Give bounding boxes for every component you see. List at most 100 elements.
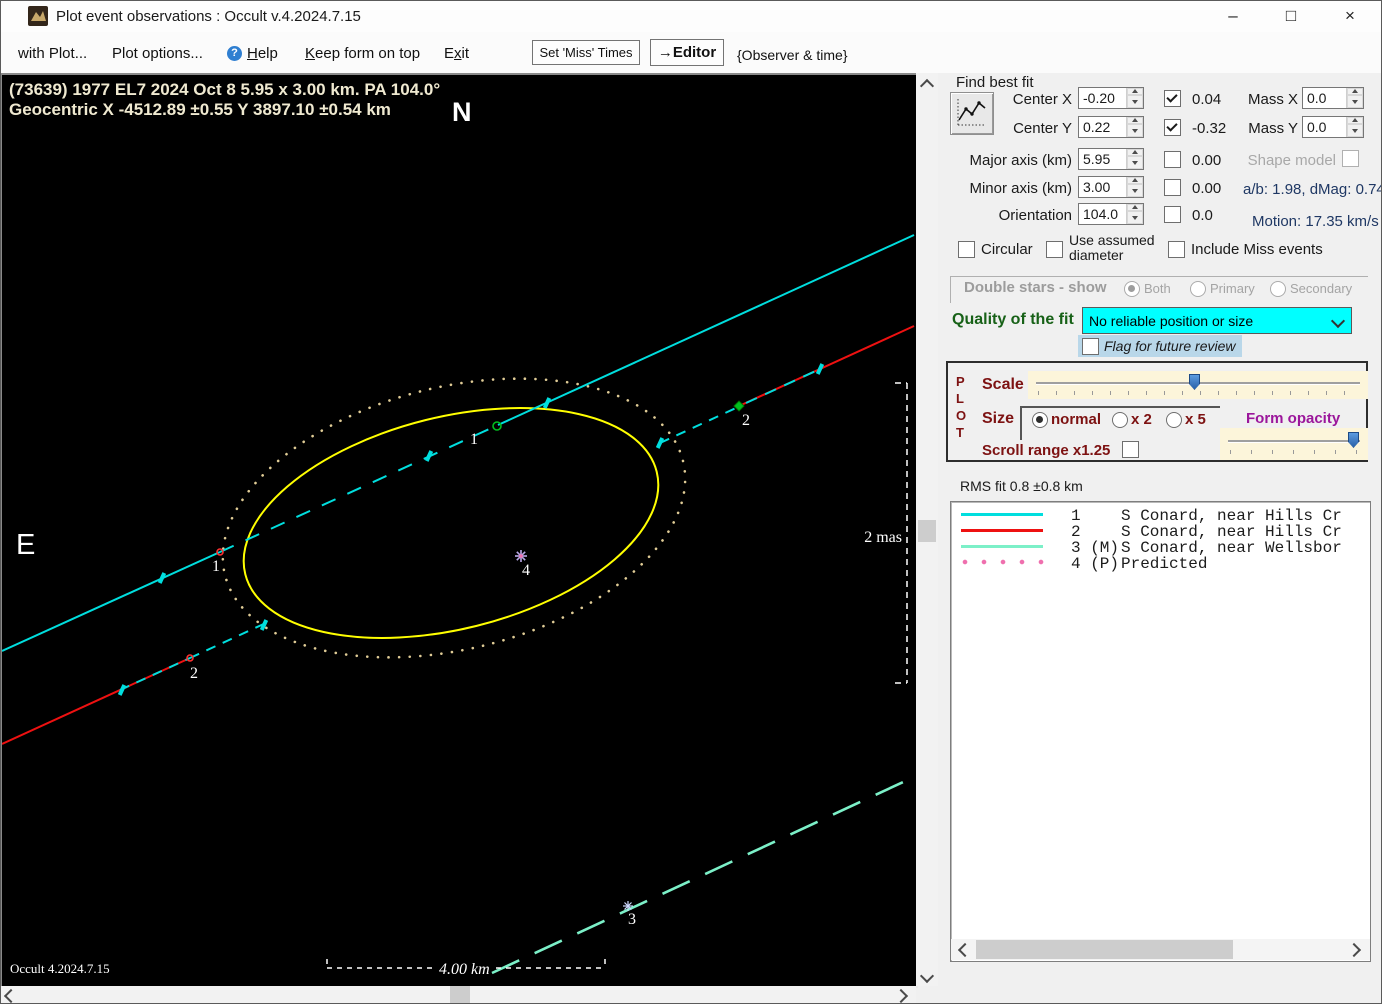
plot-area[interactable]: 1 1 2 2 3 4 (73639) 1977 EL7 2024 Oct 8 … [0,73,918,988]
include-miss-events-checkbox[interactable] [1168,241,1185,258]
flag-review-label: Flag for future review [1104,338,1236,354]
quality-selected-value: No reliable position or size [1089,312,1254,329]
menu-with-plot[interactable]: with Plot... [18,45,87,62]
window-title: Plot event observations : Occult v.4.202… [56,8,361,25]
close-button[interactable]: × [1327,2,1373,30]
orientation-checkbox[interactable] [1164,206,1181,223]
scale-slider-thumb[interactable] [1189,374,1200,390]
double-stars-primary-label: Primary [1210,281,1255,296]
major-axis-value[interactable]: 5.95 [1079,149,1126,169]
use-assumed-diameter-checkbox[interactable] [1046,241,1063,258]
menu-bar: with Plot... Plot options... ? Help Keep… [0,32,1382,74]
observer-time-label: {Observer & time} [737,47,848,63]
horizontal-scroll-thumb[interactable] [450,986,470,1004]
circular-label: Circular [981,241,1033,258]
minor-axis-down[interactable] [1127,184,1143,197]
legend-row-1[interactable]: 1 S Conard, near Hills Cr [951,507,1370,525]
center-x-value[interactable]: -0.20 [1079,88,1126,108]
major-axis-spinner[interactable]: 5.95 [1078,148,1144,170]
chord1-r-marker [492,421,502,431]
menu-help[interactable]: Help [247,45,278,62]
circular-checkbox[interactable] [958,241,975,258]
size-x5-label: x 5 [1185,411,1206,428]
mass-x-spinner[interactable]: 0.0 [1302,87,1364,109]
vertical-scroll-thumb[interactable] [918,520,936,542]
chord-3 [491,775,915,975]
legend-row-3[interactable]: 3 (M) S Conard, near Wellsbor [951,539,1370,557]
form-opacity-thumb[interactable] [1348,432,1359,448]
use-assumed-diameter-label: Use assumed diameter [1069,233,1155,263]
legend-row-2[interactable]: 2 S Conard, near Hills Cr [951,523,1370,541]
orientation-value[interactable]: 104.0 [1079,204,1126,224]
center-x-checkbox[interactable] [1164,90,1181,107]
scale-slider[interactable] [1028,371,1368,399]
menu-keep-on-top[interactable]: Keep form on top [305,45,420,62]
editor-button[interactable]: →Editor [650,39,724,66]
scroll-range-checkbox[interactable] [1122,441,1139,458]
center-x-up[interactable] [1127,88,1143,95]
center-y-up[interactable] [1127,117,1143,124]
chord1-label-left: 1 [212,558,220,575]
plot-title-line: (73639) 1977 EL7 2024 Oct 8 5.95 x 3.00 … [9,80,440,99]
combo-dropdown-icon[interactable] [1330,313,1346,328]
center-x-label: Center X [1012,91,1072,108]
major-axis-checkbox[interactable] [1164,151,1181,168]
maximize-button[interactable]: □ [1268,2,1314,30]
plot-horizontal-scrollbar[interactable] [0,986,916,1004]
mass-y-down[interactable] [1347,124,1363,137]
mass-y-up[interactable] [1347,117,1363,124]
mass-x-label: Mass X [1247,91,1298,108]
legend-scroll-right-arrow[interactable] [1346,942,1362,958]
minor-axis-up[interactable] [1127,177,1143,184]
scroll-down-arrow[interactable] [919,968,935,984]
mass-y-label: Mass Y [1248,120,1298,137]
orientation-spinner[interactable]: 104.0 [1078,203,1144,225]
center-y-down[interactable] [1127,124,1143,137]
scale-slider-ticks [1038,391,1360,395]
orientation-up[interactable] [1127,204,1143,211]
minor-axis-value[interactable]: 3.00 [1079,177,1126,197]
center-y-spinner[interactable]: 0.22 [1078,116,1144,138]
scroll-right-arrow[interactable] [893,988,909,1004]
km-scale-label: 4.00 km [439,961,490,978]
legend-scroll-left-arrow[interactable] [957,942,973,958]
size-label: Size [982,410,1015,427]
legend-listbox[interactable]: 1 S Conard, near Hills Cr 2 S Conard, ne… [950,501,1371,962]
minimize-button[interactable]: – [1210,2,1256,30]
quality-combobox[interactable]: No reliable position or size [1082,307,1352,334]
major-axis-up[interactable] [1127,149,1143,156]
minor-axis-spinner[interactable]: 3.00 [1078,176,1144,198]
center-x-spinner[interactable]: -0.20 [1078,87,1144,109]
double-stars-secondary-radio [1270,281,1286,297]
size-group-border-top [1020,406,1220,408]
size-group-border-left [1020,406,1022,440]
scroll-left-arrow[interactable] [3,988,19,1004]
form-opacity-slider[interactable] [1220,428,1368,460]
mass-y-value[interactable]: 0.0 [1303,117,1346,137]
chord-1 [1,234,915,652]
minor-axis-checkbox[interactable] [1164,179,1181,196]
double-stars-both-label: Both [1144,281,1171,296]
mass-x-up[interactable] [1347,88,1363,95]
legend-scroll-thumb[interactable] [976,940,1233,959]
legend-scrollbar[interactable] [951,939,1370,960]
mass-y-spinner[interactable]: 0.0 [1302,116,1364,138]
menu-exit[interactable]: Exit [444,45,469,62]
size-normal-radio[interactable] [1032,412,1048,428]
center-y-checkbox[interactable] [1164,119,1181,136]
size-x5-radio[interactable] [1166,412,1182,428]
mass-x-down[interactable] [1347,95,1363,108]
flag-review-checkbox[interactable] [1082,338,1099,355]
motion-label: Motion: 17.35 km/s [1252,213,1379,230]
menu-plot-options[interactable]: Plot options... [112,45,203,62]
size-x2-radio[interactable] [1112,412,1128,428]
set-miss-times-button[interactable]: Set 'Miss' Times [532,40,640,65]
legend-row-4[interactable]: 4 (P) Predicted [951,555,1370,573]
mass-x-value[interactable]: 0.0 [1303,88,1346,108]
center-x-down[interactable] [1127,95,1143,108]
center-y-value[interactable]: 0.22 [1079,117,1126,137]
major-axis-down[interactable] [1127,156,1143,169]
orientation-down[interactable] [1127,211,1143,224]
shape-model-checkbox[interactable] [1342,150,1359,167]
menu-keep-rest: eep form on top [315,45,421,62]
